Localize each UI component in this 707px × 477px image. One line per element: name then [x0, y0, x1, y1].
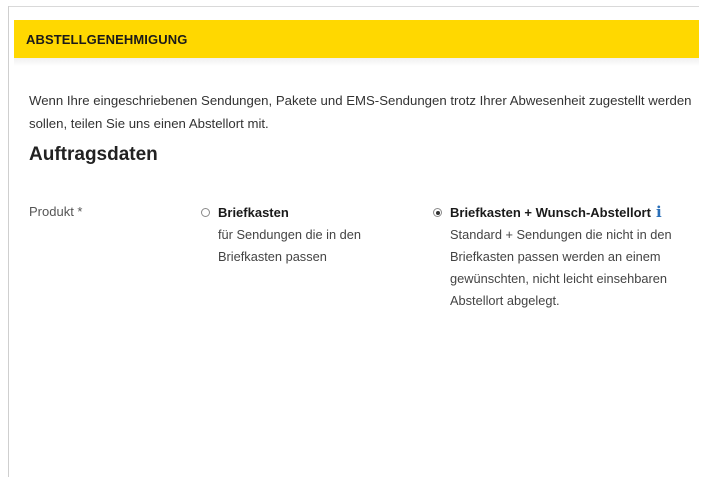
option-description: Standard + Sendungen die nicht in den Br… [450, 227, 672, 308]
option-description: für Sendungen die in den Briefkasten pas… [218, 227, 362, 264]
page-frame: ABSTELLGENEHMIGUNG Wenn Ihre eingeschrie… [0, 0, 707, 477]
radio-briefkasten[interactable] [201, 208, 210, 217]
product-option-wunsch-abstellort[interactable]: Briefkasten + Wunsch-Abstellort i Standa… [433, 203, 693, 312]
option-title: Briefkasten [218, 203, 401, 222]
frame-border-left [8, 6, 9, 477]
intro-text: Wenn Ihre eingeschriebenen Sendungen, Pa… [29, 93, 692, 131]
info-icon[interactable]: i [656, 205, 662, 220]
frame-border-top [8, 6, 699, 7]
section-title: Auftragsdaten [29, 144, 158, 165]
product-option-briefkasten[interactable]: Briefkasten für Sendungen die in den Bri… [201, 203, 401, 268]
banner-title: ABSTELLGENEHMIGUNG [26, 31, 188, 47]
option-title-text: Briefkasten [218, 205, 289, 220]
option-title-text: Briefkasten + Wunsch-Abstellort [450, 205, 651, 220]
radio-wunsch-abstellort[interactable] [433, 208, 442, 217]
product-field-label: Produkt * [29, 204, 83, 219]
section-banner: ABSTELLGENEHMIGUNG [14, 20, 699, 58]
banner-shadow [14, 58, 699, 66]
option-title: Briefkasten + Wunsch-Abstellort i [450, 203, 693, 222]
